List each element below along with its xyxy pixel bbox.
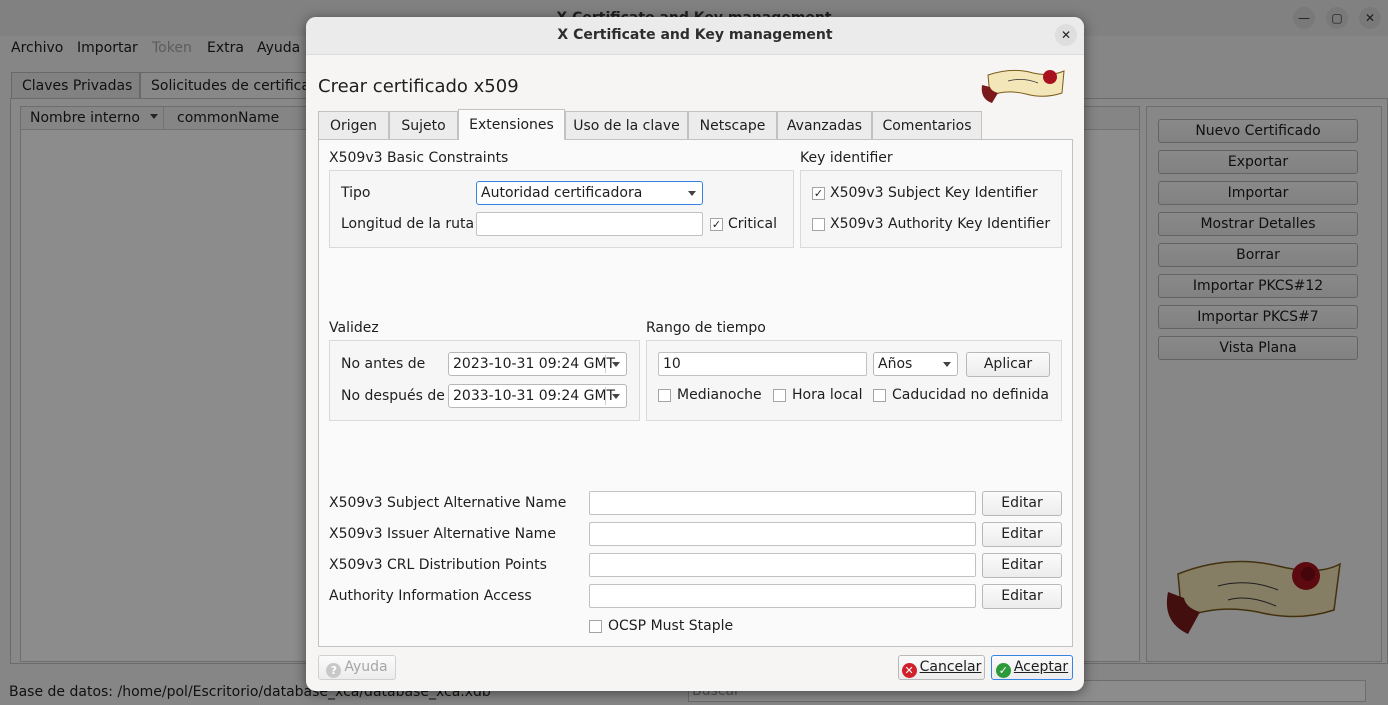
tipo-select-value: Autoridad certificadora [481,185,643,201]
help-button: ? Ayuda [318,655,396,680]
aia-input[interactable] [589,584,976,608]
path-length-input[interactable] [476,212,703,236]
chevron-down-icon [612,362,620,367]
crl-dist-points-label: X509v3 CRL Distribution Points [329,557,547,573]
path-length-label: Longitud de la ruta [341,216,475,232]
key-identifier-group [800,170,1062,248]
tab-origen[interactable]: Origen [318,111,389,139]
ocsp-must-staple-checkbox[interactable] [589,620,602,633]
help-icon: ? [326,663,342,678]
chevron-down-icon [943,362,951,367]
subject-alt-name-edit-button[interactable]: Editar [982,491,1062,516]
create-certificate-dialog: X Certificate and Key management ✕ Crear… [306,17,1084,691]
not-after-datetime[interactable]: 2033-10-31 09:24 GMT [448,384,627,408]
no-expiry-checkbox[interactable] [873,389,886,402]
tab-avanzadas[interactable]: Avanzadas [777,111,872,139]
time-range-title: Rango de tiempo [646,320,766,336]
local-time-checkbox[interactable] [773,389,786,402]
not-after-label: No después de [341,388,445,404]
time-unit-value: Años [878,356,913,372]
dialog-close-icon[interactable]: ✕ [1055,24,1077,46]
not-after-value: 2033-10-31 09:24 GMT [453,388,616,404]
validity-title: Validez [329,320,379,336]
midnight-checkbox[interactable] [658,389,671,402]
not-before-label: No antes de [341,356,426,372]
tipo-label: Tipo [341,185,371,201]
local-time-label: Hora local [792,387,863,403]
chevron-down-icon [688,191,696,196]
no-expiry-label: Caducidad no definida [892,387,1049,403]
critical-label: Critical [728,216,777,232]
issuer-alt-name-edit-button[interactable]: Editar [982,522,1062,547]
checkmark-icon: ✓ [995,663,1011,678]
cancel-icon: ✕ [901,663,917,678]
issuer-alt-name-input[interactable] [589,522,976,546]
crl-dist-points-edit-button[interactable]: Editar [982,553,1062,578]
midnight-label: Medianoche [677,387,762,403]
xca-logo-small [981,69,1065,103]
authority-key-id-checkbox[interactable] [812,218,825,231]
time-unit-select[interactable]: Años [873,352,958,376]
aia-edit-button[interactable]: Editar [982,584,1062,609]
authority-key-id-label: X509v3 Authority Key Identifier [830,216,1051,232]
time-range-input[interactable]: 10 [658,352,867,376]
subject-key-id-label: X509v3 Subject Key Identifier [830,185,1038,201]
page-title: Crear certificado x509 [318,76,519,97]
issuer-alt-name-label: X509v3 Issuer Alternative Name [329,526,556,542]
chevron-down-icon [612,394,620,399]
crl-dist-points-input[interactable] [589,553,976,577]
basic-constraints-title: X509v3 Basic Constraints [329,150,509,166]
subject-alt-name-label: X509v3 Subject Alternative Name [329,495,567,511]
tipo-select[interactable]: Autoridad certificadora [476,181,703,205]
accept-button[interactable]: ✓ Aceptar [991,655,1073,680]
ocsp-must-staple-label: OCSP Must Staple [608,618,734,634]
tab-extensiones[interactable]: Extensiones [458,109,565,140]
critical-checkbox[interactable]: ✓ [710,218,723,231]
tab-uso-de-la-clave[interactable]: Uso de la clave [565,111,688,139]
subject-alt-name-input[interactable] [589,491,976,515]
aia-label: Authority Information Access [329,588,532,604]
cancel-button[interactable]: ✕ Cancelar [898,655,985,680]
key-identifier-title: Key identifier [800,150,893,166]
apply-button[interactable]: Aplicar [966,352,1050,377]
tab-sujeto[interactable]: Sujeto [389,111,458,139]
tab-comentarios[interactable]: Comentarios [872,111,982,139]
dialog-title: X Certificate and Key management [557,27,833,43]
not-before-value: 2023-10-31 09:24 GMT [453,356,616,372]
subject-key-id-checkbox[interactable]: ✓ [812,187,825,200]
not-before-datetime[interactable]: 2023-10-31 09:24 GMT [448,352,627,376]
tab-netscape[interactable]: Netscape [688,111,777,139]
